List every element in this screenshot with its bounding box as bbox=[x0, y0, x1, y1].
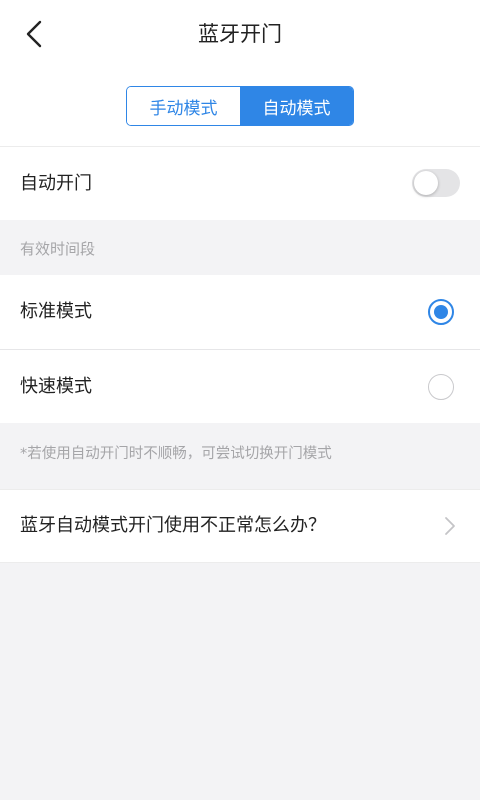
chevron-right-icon bbox=[442, 514, 458, 538]
auto-open-label: 自动开门 bbox=[20, 173, 92, 194]
radio-dot bbox=[434, 305, 448, 319]
auto-open-toggle[interactable] bbox=[412, 169, 460, 197]
standard-mode-row[interactable]: 标准模式 bbox=[0, 275, 480, 349]
fast-mode-radio[interactable] bbox=[428, 374, 454, 400]
screen: 蓝牙开门 手动模式 自动模式 自动开门 有效时间段 标准模式 快速模式 *若使用… bbox=[0, 0, 480, 800]
standard-mode-radio[interactable] bbox=[428, 299, 454, 325]
page-title: 蓝牙开门 bbox=[198, 22, 282, 46]
mode-segmented-control: 手动模式 自动模式 bbox=[126, 86, 354, 126]
auto-open-row: 自动开门 bbox=[0, 147, 480, 220]
header: 蓝牙开门 bbox=[0, 0, 480, 68]
fast-mode-row[interactable]: 快速模式 bbox=[0, 350, 480, 423]
auto-mode-tab[interactable]: 自动模式 bbox=[240, 87, 353, 125]
help-link-row[interactable]: 蓝牙自动模式开门使用不正常怎么办？ bbox=[0, 489, 480, 563]
manual-mode-tab[interactable]: 手动模式 bbox=[127, 87, 240, 125]
standard-mode-label: 标准模式 bbox=[20, 301, 92, 322]
toggle-knob bbox=[414, 171, 438, 195]
valid-period-caption: 有效时间段 bbox=[20, 240, 96, 258]
fast-mode-label: 快速模式 bbox=[20, 376, 92, 397]
help-link-label: 蓝牙自动模式开门使用不正常怎么办？ bbox=[20, 515, 326, 536]
hint-text: *若使用自动开门时不顺畅，可尝试切换开门模式 bbox=[20, 446, 332, 462]
mode-section: 手动模式 自动模式 bbox=[0, 68, 480, 147]
